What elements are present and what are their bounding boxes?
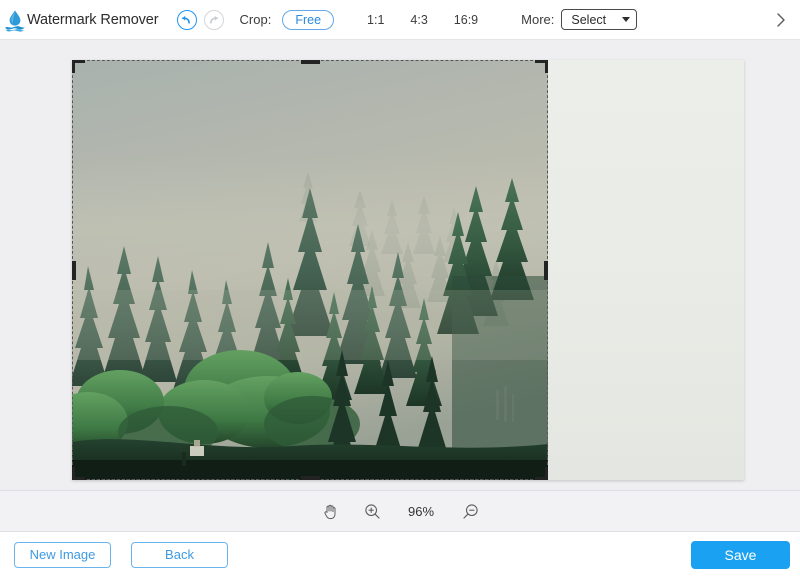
chevron-down-icon [622,17,631,22]
zoom-toolbar: 96% [0,490,800,532]
hand-pan-icon[interactable] [320,501,340,521]
chevron-right-icon [777,13,785,27]
misty-forest-photo [72,60,548,480]
watermark-remover-window: Watermark Remover Crop: Free 1:1 4:3 16:… [0,0,800,577]
undo-button[interactable] [176,9,197,30]
image-blank-area [548,60,744,480]
save-button[interactable]: Save [691,540,790,569]
more-select-value: Select [571,12,607,27]
app-header: Watermark Remover Crop: Free 1:1 4:3 16:… [0,0,800,40]
app-title: Watermark Remover [27,11,159,28]
image-frame [72,60,744,480]
more-label: More: [521,12,555,27]
footer-bar: New Image Back Save [0,532,800,577]
back-button[interactable]: Back [131,541,228,568]
ratio-free[interactable]: Free [282,9,335,30]
ratio-1-1[interactable]: 1:1 [362,11,389,29]
redo-arrow-icon [210,15,219,24]
zoom-in-icon[interactable] [362,501,382,521]
undo-arrow-icon [182,15,190,24]
editor-canvas[interactable] [0,40,800,490]
aspect-ratio-list: Free 1:1 4:3 16:9 [280,9,499,30]
next-page-button[interactable] [768,0,794,40]
redo-button[interactable] [203,9,224,30]
zoom-out-icon[interactable] [460,501,480,521]
brand: Watermark Remover [4,8,159,32]
more-select-dropdown[interactable]: Select [561,9,638,30]
water-drop-icon [4,8,26,32]
new-image-button[interactable]: New Image [14,541,111,568]
more-options: More: Select [521,9,638,30]
history-buttons [176,9,224,30]
ratio-4-3[interactable]: 4:3 [405,11,432,29]
ratio-16-9[interactable]: 16:9 [449,11,483,29]
crop-label: Crop: [239,12,272,27]
zoom-level-value: 96% [407,503,435,519]
